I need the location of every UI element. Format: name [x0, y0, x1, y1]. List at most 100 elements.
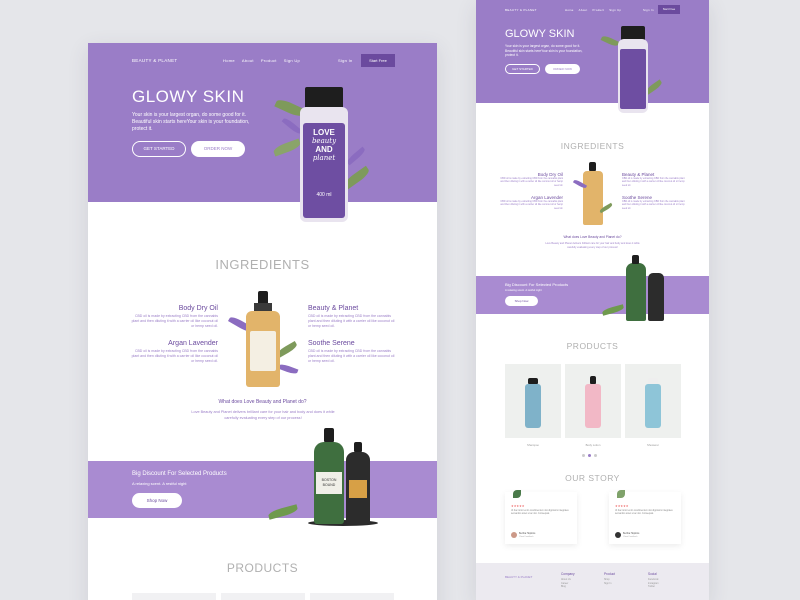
ingredients-answer: Love Beauty and Planet delivers brillian… — [191, 410, 335, 420]
ingredient-desc: CBD oil is made by extracting CBD from t… — [131, 314, 218, 328]
ingredient-desc: CBD oil is made by extracting CBD from t… — [622, 177, 685, 187]
product-name: Shampoo — [527, 443, 539, 447]
bottle-body-green — [626, 263, 646, 321]
footer-company-heading: Company — [561, 572, 575, 576]
reviewer-name: Bertha Hopkins — [519, 532, 536, 535]
ingredient-name: Argan Lavender — [168, 340, 218, 347]
reviewer-role: Client Feedback — [519, 536, 534, 538]
dot[interactable] — [582, 454, 585, 457]
dot-active[interactable] — [588, 454, 591, 457]
hero-title: GLOWY SKIN — [132, 87, 245, 106]
dot[interactable] — [594, 454, 597, 457]
reviewer-role: Client Feedback — [623, 536, 638, 538]
order-now-button[interactable]: ORDER NOW — [545, 64, 580, 74]
ingredient-name: Beauty & Planet — [308, 305, 359, 312]
rating-stars: ★★★★★ — [511, 504, 525, 508]
ingredient-name: Body Dry Oil — [178, 305, 218, 312]
ingredient-item: Beauty & Planet CBD oil is made by extra… — [622, 172, 687, 187]
start-free-button[interactable]: Start Free — [361, 54, 395, 67]
footer: BEAUTY & PLANET Company About Us Career … — [476, 563, 709, 600]
review-text: Ut hac tortor enim condimentum nisi dign… — [511, 510, 569, 516]
main-nav: Home About Product Sign Up — [223, 58, 300, 63]
nav-product[interactable]: Product — [592, 8, 604, 12]
bottle-label-line2: beauty — [311, 137, 337, 145]
bottle-label — [349, 480, 367, 498]
products-title: PRODUCTS — [566, 341, 619, 351]
avatar — [511, 532, 517, 538]
bottle-label-line3: AND — [315, 145, 333, 154]
footer-link[interactable]: Blog — [561, 585, 571, 589]
hero-text: Your skin is your largest organ, do some… — [505, 44, 583, 57]
ingredient-desc: CBD oil is made by extracting CBD from t… — [622, 200, 685, 210]
ingredient-name: Soothe Serene — [308, 340, 355, 347]
nav-home[interactable]: Home — [223, 58, 235, 63]
review-text: Ut hac tortor enim condimentum nisi dign… — [615, 510, 673, 516]
ingredient-item: Beauty & Planet CBD oil is made by extra… — [308, 305, 398, 329]
ingredient-desc: CBD oil is made by extracting CBD from t… — [500, 200, 563, 210]
shop-now-button[interactable]: Shop Now — [505, 296, 538, 306]
review-card: ★★★★★ Ut hac tortor enim condimentum nis… — [609, 490, 681, 544]
reviewer-name: Bertha Hopkins — [623, 532, 640, 535]
ingredient-item: Body Dry Oil CBD oil is made by extracti… — [498, 172, 563, 187]
bottle-cap — [354, 442, 362, 452]
brand-logo[interactable]: BEAUTY & PLANET — [505, 8, 537, 12]
hero-title: GLOWY SKIN — [505, 28, 575, 40]
products-title: PRODUCTS — [226, 561, 299, 575]
product-card[interactable] — [132, 593, 216, 600]
nav-product[interactable]: Product — [261, 58, 277, 63]
sign-in-link[interactable]: Sign In — [643, 8, 654, 12]
landing-page-full: BEAUTY & PLANET Home About Product Sign … — [476, 0, 709, 600]
footer-product-links: Shop Sign In — [604, 578, 611, 585]
ingredient-desc: CBD oil is made by extracting CBD from t… — [308, 314, 395, 328]
ingredient-item: Body Dry Oil CBD oil is made by extracti… — [128, 305, 218, 329]
get-started-button[interactable]: GET STARTED — [505, 64, 540, 74]
oil-bottle-image — [227, 291, 299, 391]
product-card[interactable] — [310, 593, 394, 600]
discount-title: Big Discount For Selected Products — [132, 471, 227, 477]
story-title: OUR STORY — [565, 473, 620, 483]
bottle-label: BOSTON BOUND — [316, 472, 342, 494]
shop-now-button[interactable]: Shop Now — [132, 493, 182, 508]
ingredient-desc: CBD oil is made by extracting CBD from t… — [500, 177, 563, 187]
hero-section: BEAUTY & PLANET Home About Product Sign … — [88, 43, 437, 202]
ingredient-desc: CBD oil is made by extracting CBD from t… — [131, 349, 218, 363]
bottle-cap — [589, 162, 596, 171]
lavender-icon — [277, 362, 299, 376]
footer-link[interactable]: Twitter — [648, 585, 659, 589]
boston-bound-bottles — [596, 253, 676, 325]
nav-signup[interactable]: Sign Up — [284, 58, 300, 63]
bottle-label — [620, 49, 646, 109]
product-card[interactable] — [505, 364, 561, 438]
product-card[interactable] — [625, 364, 681, 438]
brand-logo[interactable]: BEAUTY & PLANET — [132, 58, 177, 63]
get-started-button[interactable]: GET STARTED — [132, 141, 186, 157]
nav-about[interactable]: About — [579, 8, 588, 12]
leaf-icon — [513, 490, 521, 498]
footer-company-links: About Us Career Blog — [561, 578, 571, 589]
leaf-icon — [600, 34, 620, 48]
nav-home[interactable]: Home — [565, 8, 574, 12]
nav-about[interactable]: About — [242, 58, 254, 63]
sign-in-link[interactable]: Sign In — [338, 58, 353, 63]
main-nav: Home About Product Sign Up — [565, 8, 621, 12]
footer-brand[interactable]: BEAUTY & PLANET — [505, 575, 532, 579]
start-free-button[interactable]: Start Free — [658, 5, 680, 14]
product-card[interactable] — [565, 364, 621, 438]
oil-bottle-image — [572, 162, 614, 228]
footer-social-links: Facebook Instagram Twitter — [648, 578, 659, 589]
carousel-dots[interactable] — [582, 454, 597, 457]
discount-subtitle: A relaxing scent. A restful night — [505, 289, 542, 292]
hero-product-image — [600, 24, 664, 116]
ingredient-item: Argan Lavender CBD oil is made by extrac… — [498, 195, 563, 210]
bottle-cap — [324, 428, 334, 442]
bottle-cap — [590, 376, 596, 384]
leaf-icon — [617, 490, 625, 498]
product-card[interactable] — [221, 593, 305, 600]
nav-signup[interactable]: Sign Up — [609, 8, 621, 12]
footer-social-heading: Social — [648, 572, 657, 576]
hero-product-image: LOVE beauty AND planet 400 ml — [272, 83, 373, 223]
order-now-button[interactable]: ORDER NOW — [191, 141, 245, 157]
footer-link[interactable]: Sign In — [604, 582, 611, 586]
ingredients-title: INGREDIENTS — [215, 257, 310, 272]
hero-text: Your skin is your largest organ, do some… — [132, 112, 250, 132]
